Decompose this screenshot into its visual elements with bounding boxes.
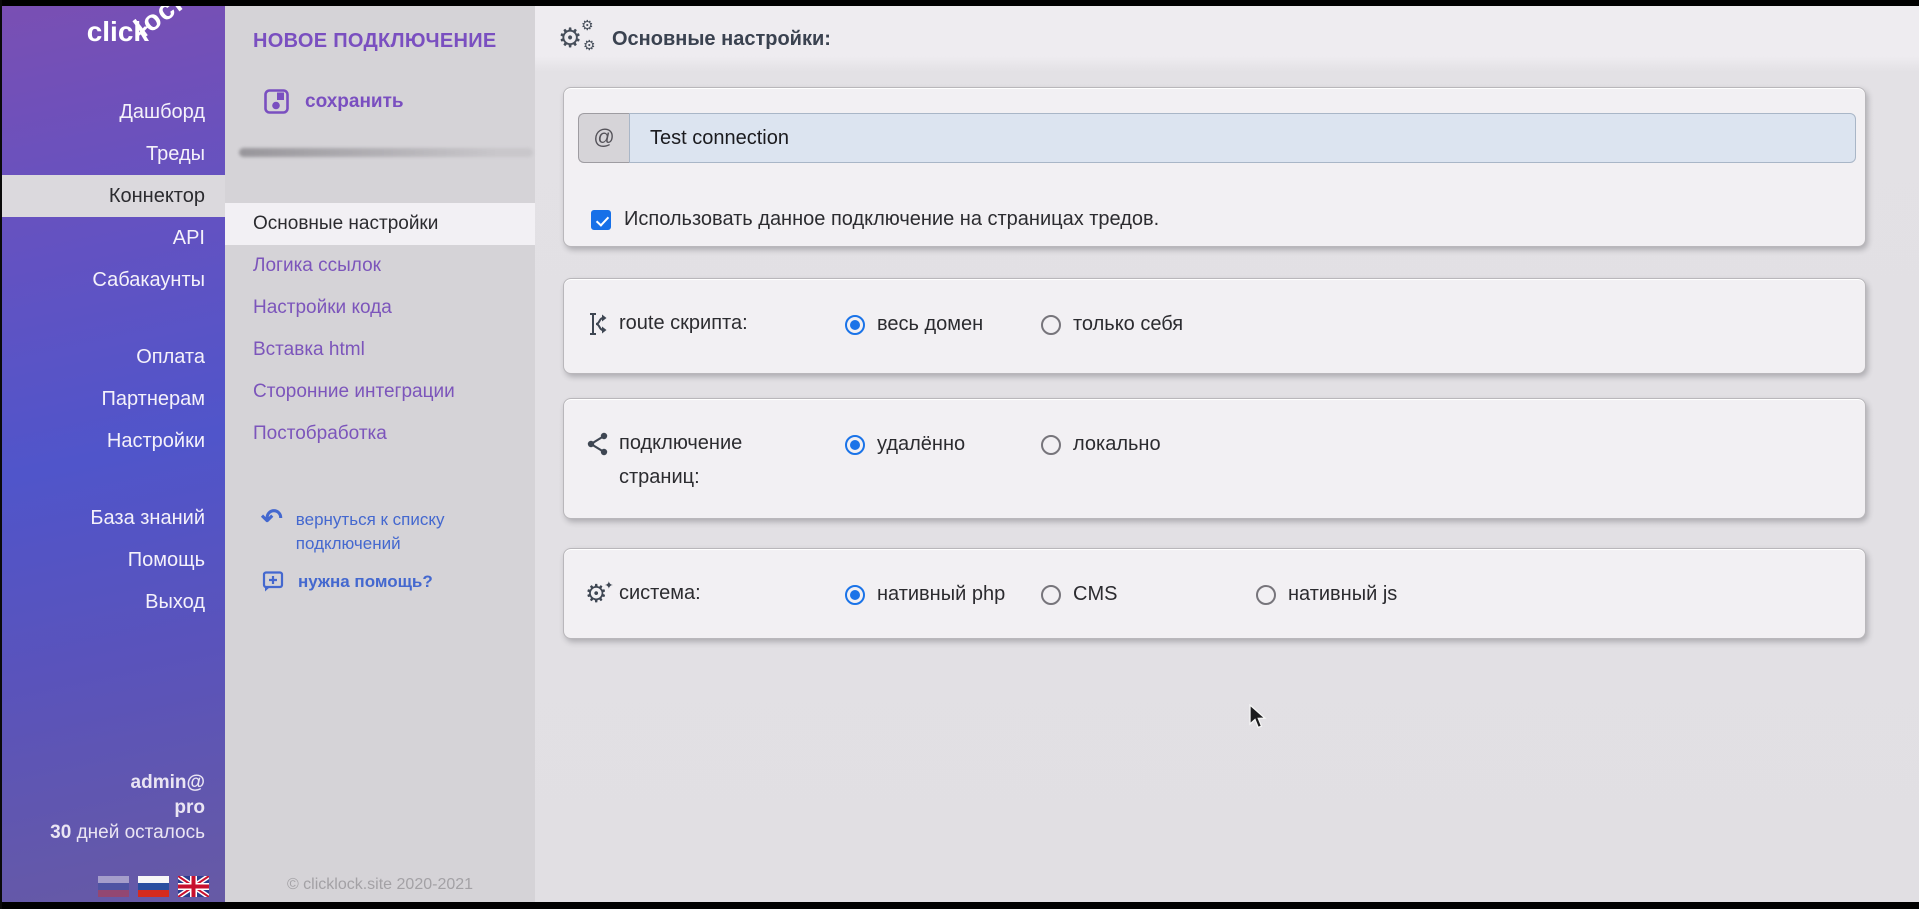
sidebar-item-dashboard[interactable]: Дашборд [0, 91, 225, 133]
sidebar-item-subaccounts[interactable]: Сабакаунты [0, 259, 225, 301]
flag-russia-inactive-icon[interactable] [98, 876, 129, 897]
radio-native-php[interactable] [845, 585, 865, 605]
use-on-threads-checkbox[interactable] [591, 210, 611, 230]
use-on-threads-row: Использовать данное подключение на стран… [591, 208, 1159, 231]
at-addon: @ [578, 113, 629, 163]
route-icon [585, 311, 611, 337]
undo-icon: ↶ [261, 507, 283, 529]
account-user: admin@ [50, 770, 205, 795]
option-whole-domain[interactable]: весь домен [845, 313, 983, 336]
option-native-php[interactable]: нативный php [845, 583, 1005, 606]
option-local[interactable]: локально [1041, 433, 1161, 456]
sidebar-item-help[interactable]: Помощь [0, 539, 225, 581]
option-native-js[interactable]: нативный js [1256, 583, 1397, 606]
system-label: система: [619, 576, 701, 610]
main-content: ⚙ ⚙ ⚙ Основные настройки: @ Использовать… [535, 0, 1919, 909]
account-days-left: 30 дней осталось [50, 820, 205, 845]
letterbox-left [0, 0, 2, 909]
connection-panel: НОВОЕ ПОДКЛЮЧЕНИЕ сохранить Основные нас… [225, 0, 535, 909]
menu-item-link-logic[interactable]: Логика ссылок [225, 245, 535, 287]
menu-item-html-insert[interactable]: Вставка html [225, 329, 535, 371]
main-heading: ⚙ ⚙ ⚙ Основные настройки: [558, 22, 831, 56]
sidebar-item-settings[interactable]: Настройки [0, 420, 225, 462]
sidebar-group-main: Дашборд Треды Коннектор API Сабакаунты [0, 91, 225, 301]
main-heading-text: Основные настройки: [612, 28, 831, 51]
account-info: admin@ pro 30 дней осталось [50, 770, 205, 845]
menu-item-code-settings[interactable]: Настройки кода [225, 287, 535, 329]
need-help-label: нужна помощь? [298, 570, 498, 594]
share-icon [585, 431, 611, 457]
option-only-self[interactable]: только себя [1041, 313, 1183, 336]
panel-menu: Основные настройки Логика ссылок Настрой… [225, 203, 535, 455]
save-button[interactable]: сохранить [263, 88, 404, 115]
letterbox-top [0, 0, 1919, 6]
need-help-link[interactable]: нужна помощь? [261, 570, 498, 594]
use-on-threads-label[interactable]: Использовать данное подключение на стран… [624, 208, 1159, 231]
connection-name-input[interactable] [629, 113, 1856, 163]
settings-gears-icon: ⚙ ⚙ ⚙ [558, 22, 598, 56]
menu-item-third-party[interactable]: Сторонние интеграции [225, 371, 535, 413]
sidebar-item-partners[interactable]: Партнерам [0, 378, 225, 420]
save-floppy-icon [263, 88, 290, 115]
system-gear-icon: ⚙ ✦ [585, 580, 607, 608]
flag-english-icon[interactable] [178, 876, 209, 897]
radio-local[interactable] [1041, 435, 1061, 455]
option-remote[interactable]: удалённо [845, 433, 965, 456]
sidebar-group-help: База знаний Помощь Выход [0, 497, 225, 623]
sidebar-item-connector[interactable]: Коннектор [0, 175, 225, 217]
back-to-list-link[interactable]: ↶ вернуться к списку подключений [261, 508, 496, 556]
sidebar-item-logout[interactable]: Выход [0, 581, 225, 623]
panel-title: НОВОЕ ПОДКЛЮЧЕНИЕ [253, 30, 497, 53]
radio-remote[interactable] [845, 435, 865, 455]
page-connection-card: подключение страниц: удалённо локально [563, 398, 1866, 519]
page-connection-label: подключение страниц: [619, 426, 789, 494]
app-window: clicklock Дашборд Треды Коннектор API Са… [0, 0, 1919, 909]
app-logo[interactable]: clicklock [87, 16, 209, 48]
panel-divider [239, 148, 533, 157]
sidebar-item-threads[interactable]: Треды [0, 133, 225, 175]
sidebar-item-api[interactable]: API [0, 217, 225, 259]
sparkle-icon: ✦ [604, 573, 613, 599]
letterbox-bottom [0, 902, 1919, 909]
radio-cms[interactable] [1041, 585, 1061, 605]
language-switcher [98, 876, 209, 897]
connection-name-group: @ [578, 113, 1856, 163]
copyright: © clicklock.site 2020-2021 [225, 876, 535, 894]
radio-whole-domain[interactable] [845, 315, 865, 335]
script-route-card: route скрипта: весь домен только себя [563, 278, 1866, 374]
at-icon: @ [593, 126, 614, 150]
menu-item-basic-settings[interactable]: Основные настройки [225, 203, 535, 245]
save-button-label: сохранить [305, 91, 404, 113]
sidebar: clicklock Дашборд Треды Коннектор API Са… [0, 0, 225, 909]
back-to-list-label: вернуться к списку подключений [296, 508, 496, 556]
sidebar-group-billing: Оплата Партнерам Настройки [0, 336, 225, 462]
radio-native-js[interactable] [1256, 585, 1276, 605]
menu-item-postprocessing[interactable]: Постобработка [225, 413, 535, 455]
help-plus-icon [261, 569, 285, 593]
option-cms[interactable]: CMS [1041, 583, 1117, 606]
sidebar-item-knowledge-base[interactable]: База знаний [0, 497, 225, 539]
connection-name-card: @ Использовать данное подключение на стр… [563, 87, 1866, 247]
system-card: ⚙ ✦ система: нативный php CMS нативный j… [563, 548, 1866, 639]
radio-only-self[interactable] [1041, 315, 1061, 335]
account-plan: pro [50, 795, 205, 820]
sidebar-item-payment[interactable]: Оплата [0, 336, 225, 378]
script-route-label: route скрипта: [619, 306, 748, 340]
flag-russia-active-icon[interactable] [138, 876, 169, 897]
